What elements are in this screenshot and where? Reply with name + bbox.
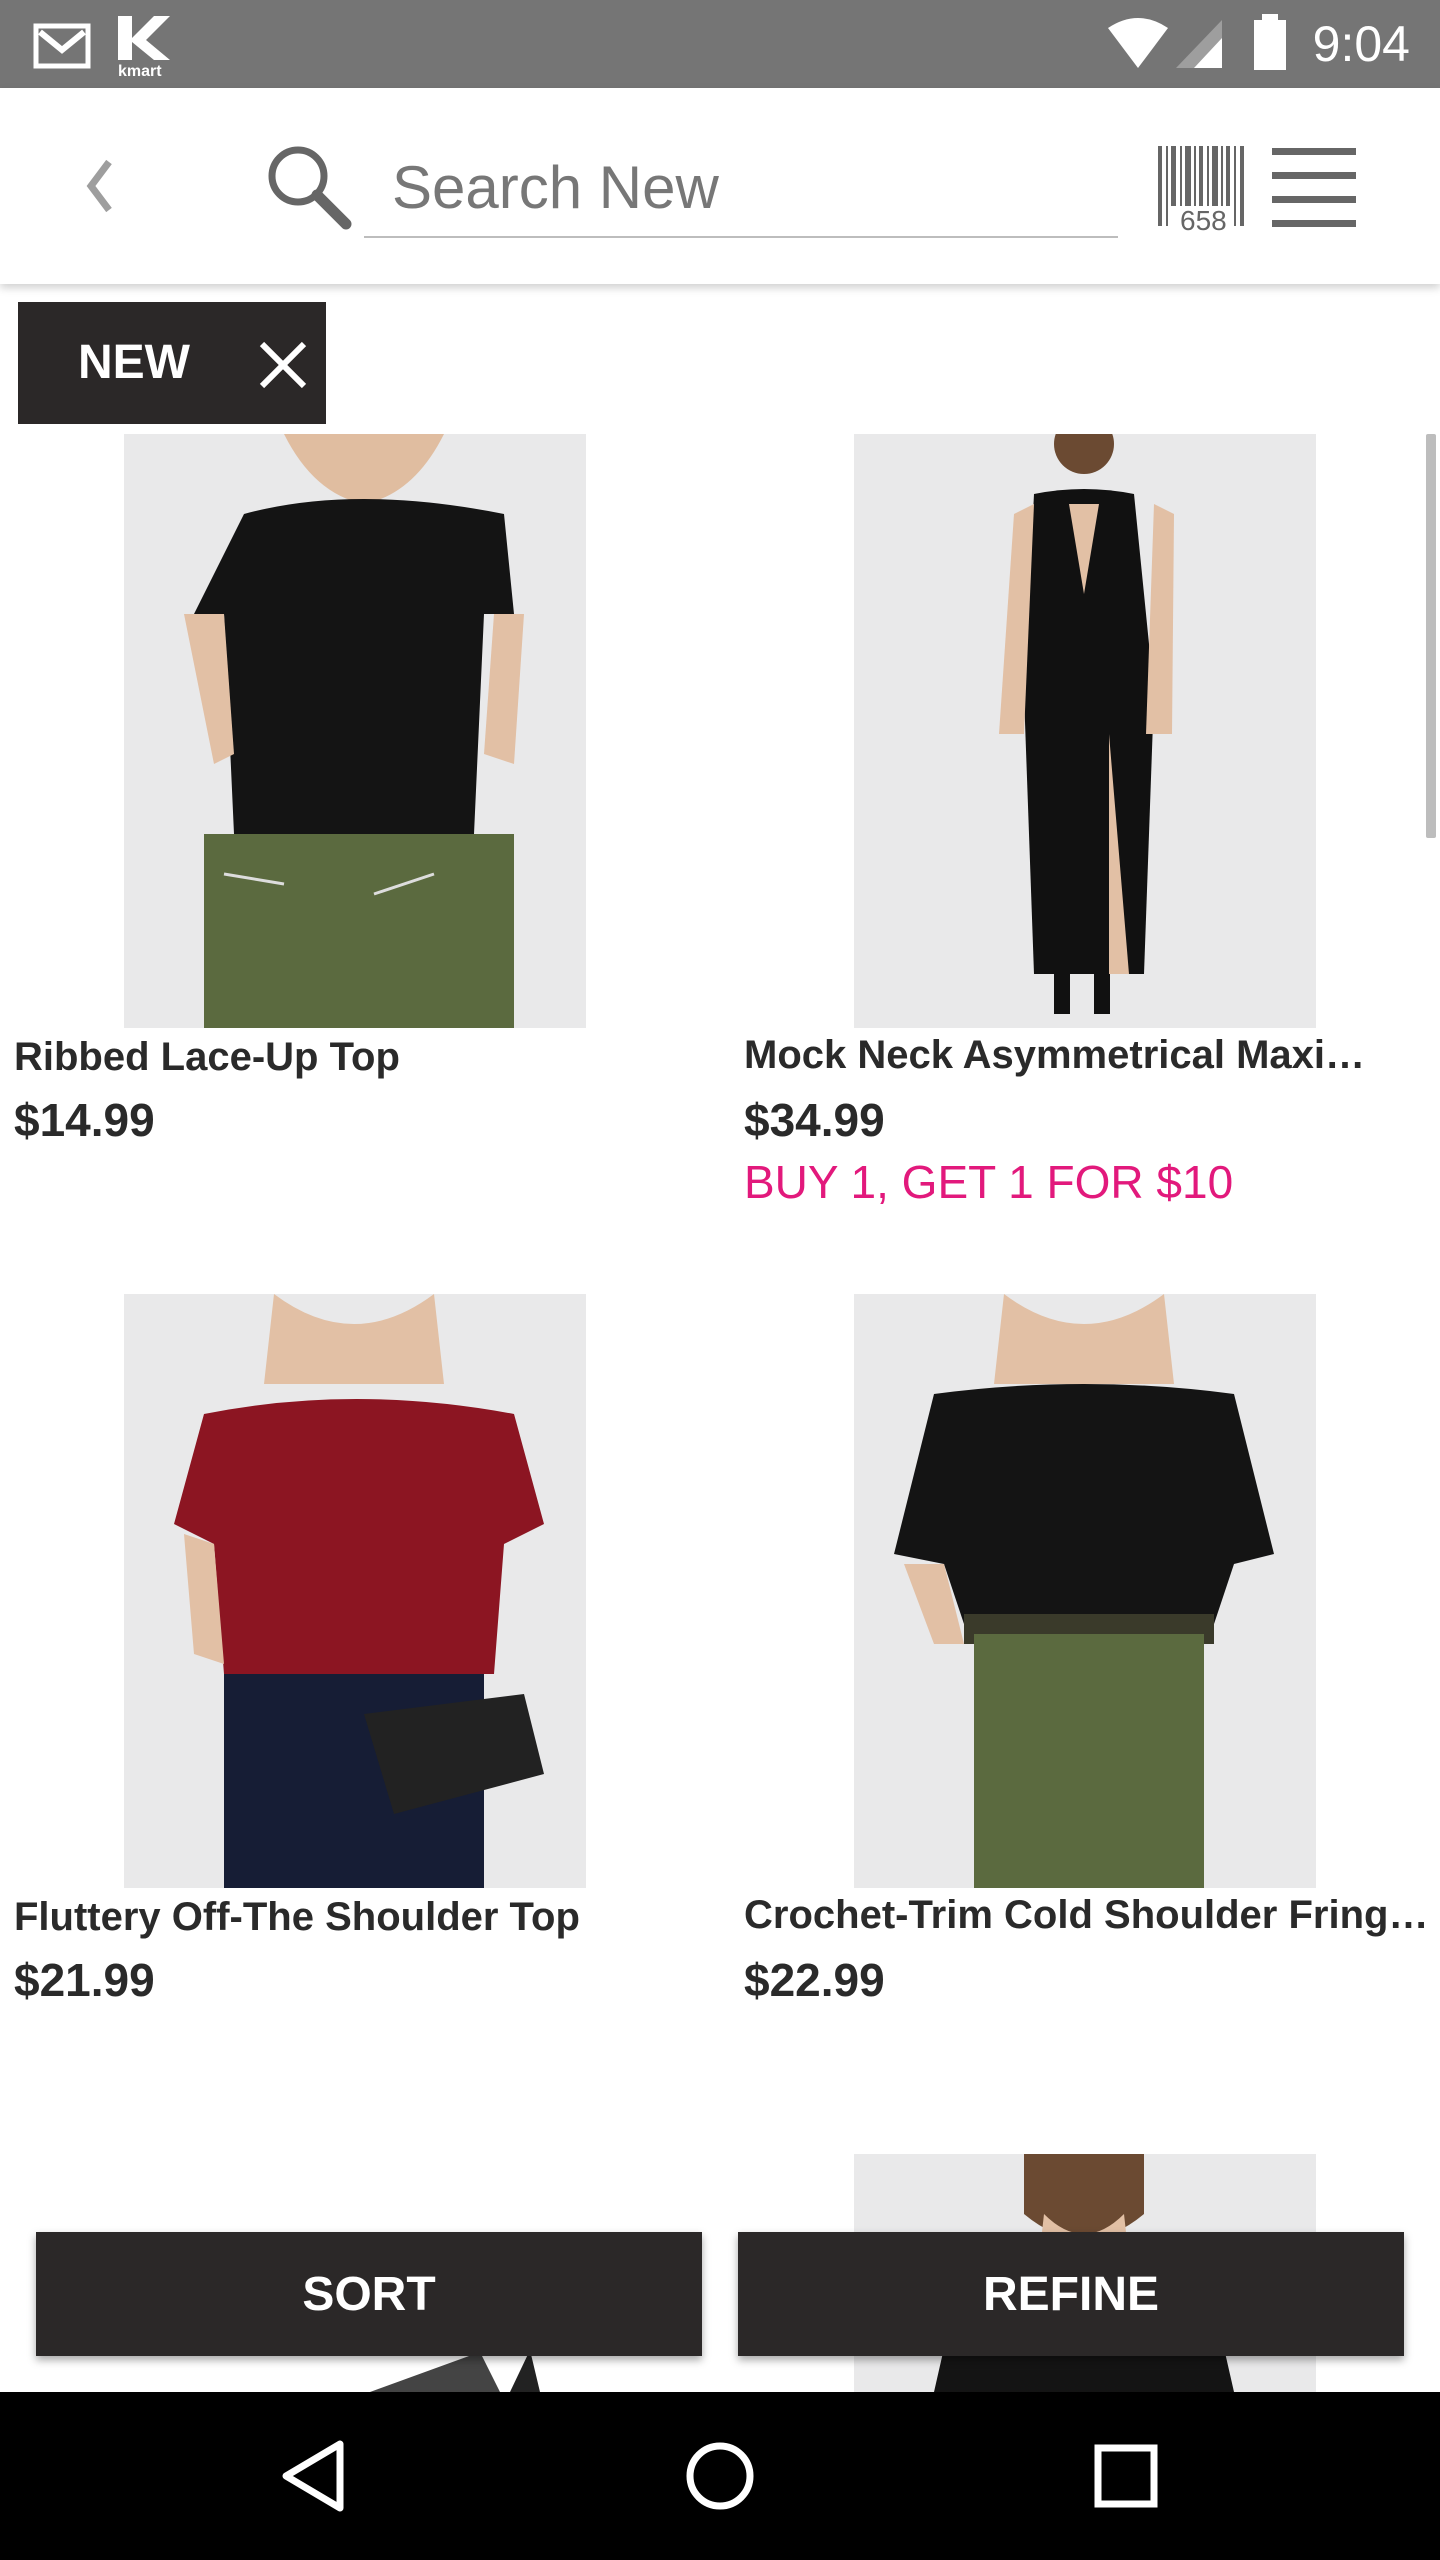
product-image[interactable] (124, 1294, 586, 1888)
filter-chip-label: NEW (78, 336, 190, 389)
status-bar: kmart 9:04 (0, 0, 1440, 88)
close-icon[interactable] (258, 340, 308, 390)
product-name[interactable]: Crochet-Trim Cold Shoulder Fring… (744, 1892, 1428, 1938)
product-card[interactable]: Mock Neck Asymmetrical Maxi… $34.99 BUY … (730, 434, 1440, 1208)
product-card[interactable]: Ribbed Lace-Up Top $14.99 (0, 434, 720, 1194)
product-image[interactable] (854, 1294, 1316, 1888)
product-photo-maxi-dress (854, 434, 1316, 1028)
chevron-left-icon (86, 159, 112, 213)
product-price: $22.99 (744, 1954, 885, 2006)
product-name[interactable]: Fluttery Off-The Shoulder Top (14, 1894, 580, 1940)
promo-text: BUY 1, GET 1 FOR $10 (744, 1156, 1234, 1208)
filter-chip-new[interactable]: NEW (18, 302, 326, 424)
product-image[interactable] (854, 434, 1316, 1028)
product-photo-crochet-top (854, 1294, 1316, 1888)
wifi-icon (1108, 18, 1168, 68)
svg-text:kmart: kmart (118, 63, 162, 78)
system-nav-bar (0, 2392, 1440, 2560)
kmart-app-icon: kmart (118, 16, 170, 78)
search-input[interactable] (364, 138, 1118, 238)
status-time: 9:04 (1312, 16, 1410, 72)
product-photo-lace-up-top (124, 434, 586, 1028)
hamburger-menu-icon[interactable] (1270, 144, 1358, 230)
product-price: $34.99 (744, 1094, 885, 1146)
product-image[interactable] (124, 434, 586, 1028)
cell-signal-icon (1176, 20, 1222, 68)
product-photo-off-shoulder-top (124, 1294, 586, 1888)
product-name[interactable]: Mock Neck Asymmetrical Maxi… (744, 1032, 1365, 1078)
sort-button[interactable]: SORT (36, 2232, 702, 2356)
battery-icon (1254, 14, 1286, 70)
home-circle-icon[interactable] (678, 2434, 762, 2518)
search-icon[interactable] (262, 140, 354, 232)
product-price: $21.99 (14, 1954, 155, 2006)
product-card[interactable]: Crochet-Trim Cold Shoulder Fring… $22.99 (730, 1294, 1440, 2054)
product-card[interactable]: Fluttery Off-The Shoulder Top $21.99 (0, 1294, 720, 2054)
product-price: $14.99 (14, 1094, 155, 1146)
gmail-icon (33, 23, 91, 69)
refine-button[interactable]: REFINE (738, 2232, 1404, 2356)
recents-square-icon[interactable] (1084, 2434, 1168, 2518)
barcode-number: 658 (1178, 205, 1229, 236)
back-triangle-icon[interactable] (272, 2434, 356, 2518)
back-button[interactable] (70, 148, 130, 224)
product-name[interactable]: Ribbed Lace-Up Top (14, 1034, 400, 1080)
top-app-bar: 658 (0, 88, 1440, 284)
